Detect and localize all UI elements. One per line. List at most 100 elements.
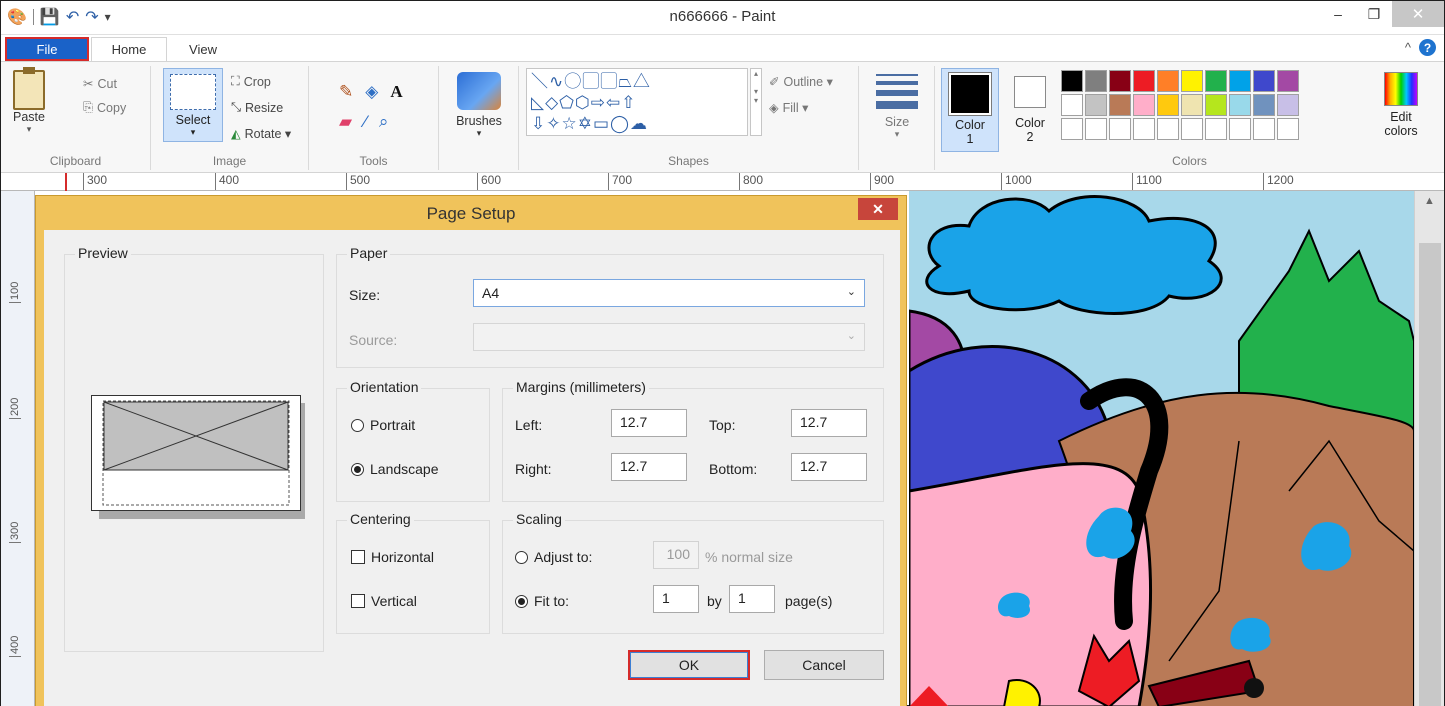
pencil-icon[interactable]: ✎: [339, 82, 353, 102]
size-button[interactable]: Size ▾: [867, 70, 927, 140]
clipboard-group-label: Clipboard: [49, 154, 102, 168]
paper-size-select[interactable]: A4 ⌄: [473, 279, 865, 307]
dialog-close-button[interactable]: ✕: [858, 198, 898, 220]
paste-button[interactable]: Paste ▾: [9, 67, 49, 135]
collapse-ribbon-icon[interactable]: ^: [1405, 40, 1411, 55]
palette-swatch[interactable]: [1109, 70, 1131, 92]
palette-swatch[interactable]: [1181, 94, 1203, 116]
palette-swatch[interactable]: [1253, 94, 1275, 116]
horizontal-checkbox[interactable]: Horizontal: [351, 549, 434, 565]
margin-top-input[interactable]: 12.7: [791, 409, 867, 437]
palette-swatch[interactable]: [1277, 94, 1299, 116]
palette-swatch[interactable]: [1229, 70, 1251, 92]
paper-source-select[interactable]: ⌄: [473, 323, 865, 351]
scroll-up-icon[interactable]: ▲: [1415, 191, 1444, 211]
text-tool-icon[interactable]: A: [390, 82, 402, 102]
colors-group-label: Colors: [1172, 154, 1207, 168]
shapes-gallery[interactable]: ＼∿◯▢▢⏢△ ◺◇⬠⬡⇨⇦⇧ ⇩✧☆✡▭◯☁: [526, 68, 748, 136]
color-picker-icon[interactable]: ⁄: [364, 112, 367, 132]
paste-dropdown-icon[interactable]: ▾: [9, 124, 49, 135]
palette-swatch[interactable]: [1205, 118, 1227, 140]
restore-button[interactable]: ❐: [1356, 1, 1392, 27]
copy-button[interactable]: ⎘ Copy: [83, 100, 126, 115]
palette-swatch[interactable]: [1205, 70, 1227, 92]
palette-swatch[interactable]: [1109, 94, 1131, 116]
palette-swatch[interactable]: [1085, 118, 1107, 140]
tab-file[interactable]: File: [5, 37, 89, 61]
close-window-button[interactable]: ✕: [1392, 1, 1444, 27]
palette-swatch[interactable]: [1085, 70, 1107, 92]
palette-swatch[interactable]: [1061, 94, 1083, 116]
palette-swatch[interactable]: [1253, 70, 1275, 92]
landscape-radio[interactable]: Landscape: [351, 461, 439, 477]
palette-swatch[interactable]: [1253, 118, 1275, 140]
source-label: Source:: [349, 332, 398, 348]
palette-swatch[interactable]: [1157, 118, 1179, 140]
palette-swatch[interactable]: [1157, 94, 1179, 116]
magnifier-icon[interactable]: ⌕: [379, 112, 389, 132]
select-marquee-icon: [170, 74, 216, 110]
palette-swatch[interactable]: [1133, 94, 1155, 116]
palette-swatch[interactable]: [1277, 118, 1299, 140]
palette-swatch[interactable]: [1109, 118, 1131, 140]
outline-button[interactable]: ✐ Outline ▾: [769, 74, 833, 89]
palette-swatch[interactable]: [1133, 70, 1155, 92]
fit-to-width-input[interactable]: 1: [653, 585, 699, 613]
palette-swatch[interactable]: [1085, 94, 1107, 116]
fill-button[interactable]: ◈ Fill ▾: [769, 100, 808, 115]
adjust-to-radio[interactable]: Adjust to:: [515, 549, 592, 565]
radio-indicator: [351, 418, 364, 432]
tab-home[interactable]: Home: [91, 37, 167, 61]
canvas-illustration: [909, 191, 1414, 706]
brushes-dropdown-icon[interactable]: ▾: [447, 128, 511, 139]
paint-window: 🎨 💾 ↶ ↷ ▾ n666666 - Paint – ❐ ✕ File Hom…: [0, 0, 1445, 706]
select-dropdown-icon[interactable]: ▾: [164, 127, 222, 138]
color1-button[interactable]: Color 1: [941, 68, 999, 152]
palette-swatch[interactable]: [1277, 70, 1299, 92]
paper-size-value: A4: [482, 285, 500, 301]
checkbox-indicator: [351, 594, 365, 608]
cancel-button[interactable]: Cancel: [764, 650, 884, 680]
brushes-button[interactable]: Brushes ▾: [447, 72, 511, 139]
portrait-radio[interactable]: Portrait: [351, 417, 415, 433]
resize-button[interactable]: ⤡ Resize: [231, 100, 283, 115]
cut-button[interactable]: ✂ Cut: [83, 76, 117, 92]
palette-swatch[interactable]: [1157, 70, 1179, 92]
scrollbar-thumb[interactable]: [1419, 243, 1441, 706]
palette-swatch[interactable]: [1133, 118, 1155, 140]
palette-swatch[interactable]: [1181, 118, 1203, 140]
palette-swatch[interactable]: [1061, 118, 1083, 140]
edit-colors-button[interactable]: Edit colors: [1371, 72, 1431, 138]
ruler-v-mark: 100: [9, 281, 21, 303]
size-dropdown-icon[interactable]: ▾: [867, 129, 927, 140]
size-label: Size: [884, 115, 910, 129]
eraser-icon[interactable]: ▰: [339, 112, 352, 132]
crop-button[interactable]: ⛶ Crop: [231, 74, 271, 89]
ok-button[interactable]: OK: [628, 650, 750, 680]
palette-swatch[interactable]: [1061, 70, 1083, 92]
size-label: Size:: [349, 287, 381, 303]
margin-right-input[interactable]: 12.7: [611, 453, 687, 481]
fit-to-radio[interactable]: Fit to:: [515, 593, 569, 609]
color2-button[interactable]: Color 2: [1007, 68, 1053, 152]
vertical-scrollbar[interactable]: ▲: [1414, 191, 1444, 706]
select-button[interactable]: Select ▾: [163, 68, 223, 142]
fill-bucket-icon[interactable]: ◈: [365, 82, 378, 102]
help-icon[interactable]: ?: [1419, 39, 1436, 56]
rotate-button[interactable]: ◭ Rotate ▾: [231, 126, 291, 141]
drawing-canvas[interactable]: [909, 191, 1414, 706]
palette-swatch[interactable]: [1205, 94, 1227, 116]
margin-left-input[interactable]: 12.7: [611, 409, 687, 437]
tab-view[interactable]: View: [173, 37, 233, 61]
palette-swatch[interactable]: [1181, 70, 1203, 92]
vertical-label: Vertical: [371, 593, 417, 609]
fill-label: Fill ▾: [782, 101, 809, 115]
fit-to-height-input[interactable]: 1: [729, 585, 775, 613]
shapes-gallery-scroll[interactable]: ▴ ▾ ▾: [750, 68, 762, 136]
minimize-button[interactable]: –: [1320, 1, 1356, 27]
vertical-checkbox[interactable]: Vertical: [351, 593, 417, 609]
palette-swatch[interactable]: [1229, 94, 1251, 116]
margin-bottom-input[interactable]: 12.7: [791, 453, 867, 481]
palette-swatch[interactable]: [1229, 118, 1251, 140]
adjust-to-input[interactable]: 100: [653, 541, 699, 569]
